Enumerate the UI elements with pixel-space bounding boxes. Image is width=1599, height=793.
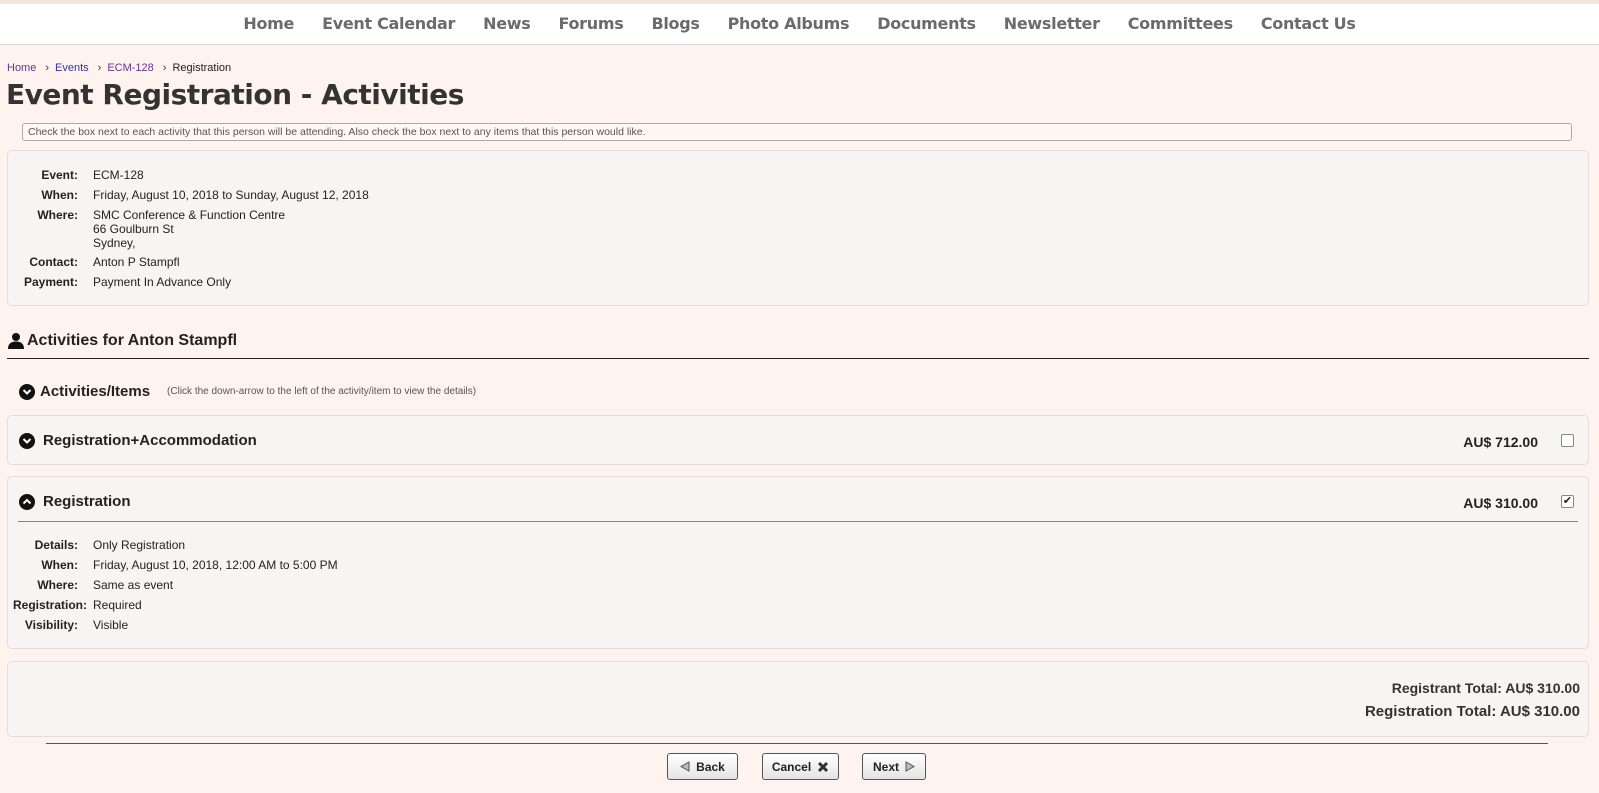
person-icon	[8, 333, 24, 349]
breadcrumb-separator-icon: ›	[97, 62, 102, 74]
back-label: Back	[696, 759, 725, 774]
checkmark-icon: ✔	[1562, 495, 1573, 507]
breadcrumb-separator-icon: ›	[162, 62, 167, 74]
activity-where-label: Where:	[37, 578, 78, 592]
activity-price: AU$ 712.00	[1463, 434, 1538, 450]
where-row: Where: SMC Conference & Function Centre …	[8, 208, 285, 250]
totals-panel: Registrant Total: AU$ 310.00 Registratio…	[7, 661, 1589, 737]
top-navigation-bar: Home Event Calendar News Forums Blogs Ph…	[0, 0, 1599, 45]
nav-event-calendar[interactable]: Event Calendar	[308, 14, 469, 33]
cancel-button[interactable]: Cancel	[762, 753, 839, 780]
details-value: Only Registration	[93, 538, 186, 552]
visibility-label: Visibility:	[24, 618, 78, 632]
arrow-left-icon	[680, 761, 690, 772]
activity-item-expanded: Registration AU$ 310.00 ✔ Details: Only …	[7, 476, 1589, 649]
activities-section-header: Activities for Anton Stampfl	[7, 332, 1589, 359]
activity-when-row: When: Friday, August 10, 2018, 12:00 AM …	[8, 558, 338, 572]
contact-value: Anton P Stampfl	[93, 255, 180, 269]
where-line-3: Sydney,	[93, 236, 136, 250]
registrant-total: Registrant Total: AU$ 310.00	[1391, 680, 1580, 696]
event-value: ECM-128	[93, 168, 144, 182]
details-label: Details:	[34, 538, 78, 552]
breadcrumb-separator-icon: ›	[45, 62, 50, 74]
breadcrumb-current: Registration	[172, 62, 232, 74]
registration-row: Registration: Required	[8, 598, 142, 612]
nav-blogs[interactable]: Blogs	[637, 14, 713, 33]
where-line-1: SMC Conference & Function Centre	[93, 208, 286, 222]
when-value: Friday, August 10, 2018 to Sunday, Augus…	[93, 188, 369, 202]
close-icon	[818, 761, 829, 772]
activity-title-row[interactable]: Registration	[19, 493, 131, 510]
activity-checkbox[interactable]	[1561, 434, 1574, 447]
event-label: Event:	[41, 168, 78, 182]
items-hint: (Click the down-arrow to the left of the…	[167, 386, 477, 397]
items-header: Activities/Items (Click the down-arrow t…	[19, 383, 476, 400]
registration-value: Required	[93, 598, 142, 612]
page-title: Event Registration - Activities	[6, 78, 464, 111]
activity-divider	[18, 521, 1578, 522]
where-line-2: 66 Goulburn St	[93, 222, 174, 236]
where-value: SMC Conference & Function Centre 66 Goul…	[93, 208, 285, 250]
details-row: Details: Only Registration	[8, 538, 185, 552]
cancel-label: Cancel	[771, 759, 812, 774]
instructions-box: Check the box next to each activity that…	[22, 123, 1572, 141]
visibility-row: Visibility: Visible	[8, 618, 128, 632]
nav-contact-us[interactable]: Contact Us	[1247, 14, 1370, 33]
nav-home[interactable]: Home	[229, 14, 308, 33]
activity-where-value: Same as event	[93, 578, 174, 592]
registration-total: Registration Total: AU$ 310.00	[1364, 703, 1580, 720]
activity-item: Registration+Accommodation AU$ 712.00	[7, 415, 1589, 465]
items-title: Activities/Items	[40, 383, 151, 400]
nav-committees[interactable]: Committees	[1114, 14, 1247, 33]
registration-label: Registration:	[12, 598, 87, 612]
nav-newsletter[interactable]: Newsletter	[990, 14, 1114, 33]
activity-title: Registration+Accommodation	[43, 432, 257, 449]
activity-checkbox-checked[interactable]: ✔	[1561, 495, 1574, 508]
breadcrumb-event[interactable]: ECM-128	[107, 62, 153, 74]
chevron-down-circle-icon[interactable]	[19, 432, 35, 449]
event-row: Event: ECM-128	[8, 168, 144, 182]
chevron-up-circle-icon[interactable]	[19, 493, 35, 510]
contact-label: Contact:	[29, 255, 78, 269]
nav-news[interactable]: News	[469, 14, 544, 33]
when-label: When:	[41, 188, 78, 202]
when-row: When: Friday, August 10, 2018 to Sunday,…	[8, 188, 369, 202]
next-label: Next	[872, 759, 899, 774]
payment-value: Payment In Advance Only	[93, 275, 232, 289]
activity-when-value: Friday, August 10, 2018, 12:00 AM to 5:0…	[93, 558, 338, 572]
arrow-right-icon	[905, 761, 915, 772]
activities-for-title: Activities for Anton Stampfl	[27, 332, 238, 349]
activity-title: Registration	[43, 493, 131, 510]
activity-price: AU$ 310.00	[1463, 495, 1538, 511]
visibility-value: Visible	[93, 618, 129, 632]
back-button[interactable]: Back	[667, 753, 738, 780]
payment-label: Payment:	[23, 275, 78, 289]
nav-photo-albums[interactable]: Photo Albums	[714, 14, 864, 33]
main-nav: Home Event Calendar News Forums Blogs Ph…	[0, 14, 1599, 33]
nav-documents[interactable]: Documents	[863, 14, 990, 33]
activity-when-label: When:	[41, 558, 78, 572]
where-label: Where:	[37, 208, 78, 222]
activity-where-row: Where: Same as event	[8, 578, 173, 592]
nav-forums[interactable]: Forums	[544, 14, 637, 33]
payment-row: Payment: Payment In Advance Only	[8, 275, 231, 289]
next-button[interactable]: Next	[862, 753, 926, 780]
contact-row: Contact: Anton P Stampfl	[8, 255, 180, 269]
event-info-panel: Event: ECM-128 When: Friday, August 10, …	[7, 150, 1589, 306]
chevron-down-circle-icon[interactable]	[19, 383, 35, 400]
bottom-divider	[46, 743, 1548, 744]
breadcrumb: Home › Events › ECM-128 › Registration	[7, 62, 231, 74]
breadcrumb-events[interactable]: Events	[55, 62, 89, 74]
breadcrumb-home[interactable]: Home	[7, 62, 36, 74]
activity-title-row[interactable]: Registration+Accommodation	[19, 432, 257, 449]
